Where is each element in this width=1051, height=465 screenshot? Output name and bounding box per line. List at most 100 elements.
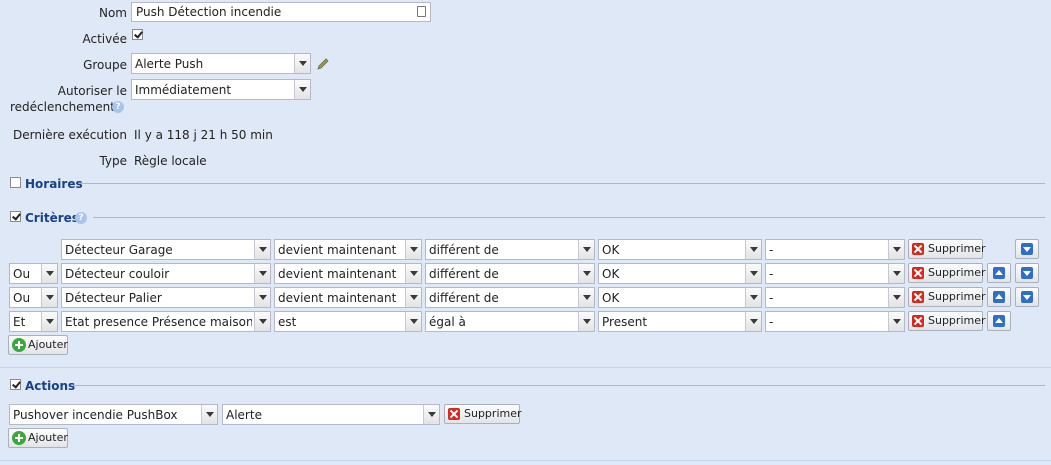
criteria-extra-select[interactable]: -	[765, 311, 905, 332]
criteria-compare-select[interactable]: différent de	[425, 287, 595, 308]
delete-icon	[912, 243, 924, 255]
help-icon[interactable]: ?	[112, 101, 124, 113]
criteria-verb-select[interactable]: est	[274, 311, 422, 332]
autoriser-select[interactable]: Immédiatement	[131, 79, 311, 100]
chevron-down-icon[interactable]	[578, 288, 594, 307]
move-up-button[interactable]	[987, 263, 1011, 283]
criteria-value-select[interactable]: OK	[598, 239, 762, 260]
criteria-device-select[interactable]: Etat presence Présence maison	[61, 311, 271, 332]
criteria-operator-select[interactable]: Ou	[9, 287, 58, 308]
criteria-device-select[interactable]: Détecteur Palier	[61, 287, 271, 308]
chevron-down-icon[interactable]	[888, 288, 904, 307]
horaires-checkbox[interactable]	[10, 177, 21, 188]
delete-criteria-button[interactable]: Supprimer	[908, 263, 986, 283]
arrow-up-icon	[993, 291, 1005, 303]
criteria-device-select[interactable]: Détecteur couloir	[61, 263, 271, 284]
add-criteria-button[interactable]: Ajouter	[8, 335, 68, 355]
chevron-down-icon[interactable]	[578, 312, 594, 331]
move-up-button[interactable]	[987, 287, 1011, 307]
arrow-up-icon	[993, 315, 1005, 327]
criteria-verb-select[interactable]: devient maintenant	[274, 239, 422, 260]
chevron-down-icon[interactable]	[41, 264, 57, 283]
chevron-down-icon[interactable]	[745, 264, 761, 283]
delete-criteria-button[interactable]: Supprimer	[908, 239, 986, 259]
criteria-value-select[interactable]: Present	[598, 311, 762, 332]
contact-card-icon	[417, 6, 426, 17]
chevron-down-icon[interactable]	[41, 288, 57, 307]
arrow-down-icon	[1021, 243, 1033, 255]
autoriser-select-value: Immédiatement	[135, 83, 232, 97]
chevron-down-icon[interactable]	[745, 312, 761, 331]
pencil-icon[interactable]	[316, 57, 330, 71]
chevron-down-icon[interactable]	[888, 312, 904, 331]
chevron-down-icon[interactable]	[294, 80, 310, 99]
move-up-button[interactable]	[987, 311, 1011, 331]
criteria-extra-select[interactable]: -	[765, 239, 905, 260]
chevron-down-icon[interactable]	[201, 405, 217, 424]
activee-checkbox[interactable]	[132, 29, 143, 40]
criteria-value-select[interactable]: OK	[598, 287, 762, 308]
nom-input[interactable]: Push Détection incendie	[131, 2, 431, 22]
type-value: Règle locale	[134, 154, 207, 168]
chevron-down-icon[interactable]	[745, 288, 761, 307]
groupe-select[interactable]: Alerte Push	[131, 53, 311, 74]
chevron-down-icon[interactable]	[405, 312, 421, 331]
nom-label: Nom	[98, 6, 127, 20]
chevron-down-icon[interactable]	[745, 240, 761, 259]
actions-checkbox[interactable]	[10, 379, 21, 390]
delete-criteria-button[interactable]: Supprimer	[908, 287, 986, 307]
chevron-down-icon[interactable]	[888, 240, 904, 259]
groupe-label: Groupe	[83, 58, 127, 72]
move-down-button[interactable]	[1015, 287, 1039, 307]
chevron-down-icon[interactable]	[405, 288, 421, 307]
section-divider	[93, 217, 1045, 218]
delete-icon	[448, 408, 460, 420]
criteria-compare-select[interactable]: différent de	[425, 263, 595, 284]
chevron-down-icon[interactable]	[41, 312, 57, 331]
activee-label: Activée	[82, 32, 127, 46]
chevron-down-icon[interactable]	[888, 264, 904, 283]
help-icon[interactable]: ?	[75, 212, 87, 224]
criteria-extra-select[interactable]: -	[765, 287, 905, 308]
chevron-down-icon[interactable]	[405, 240, 421, 259]
criteria-verb-select[interactable]: devient maintenant	[274, 263, 422, 284]
criteria-verb-select[interactable]: devient maintenant	[274, 287, 422, 308]
chevron-down-icon[interactable]	[405, 264, 421, 283]
actions-section-title: Actions	[25, 379, 76, 393]
arrow-down-icon	[1021, 291, 1033, 303]
nom-input-value: Push Détection incendie	[136, 5, 282, 19]
chevron-down-icon[interactable]	[254, 264, 270, 283]
autoriser-label-line2: redéclenchement	[10, 100, 115, 114]
chevron-down-icon[interactable]	[423, 405, 439, 424]
chevron-down-icon[interactable]	[578, 264, 594, 283]
criteria-operator-select[interactable]: Et	[9, 311, 58, 332]
criteria-operator-select[interactable]: Ou	[9, 263, 58, 284]
delete-icon	[912, 315, 924, 327]
chevron-down-icon[interactable]	[254, 240, 270, 259]
criteria-compare-select[interactable]: égal à	[425, 311, 595, 332]
delete-action-button[interactable]: Supprimer	[444, 404, 522, 424]
criteria-compare-select[interactable]: différent de	[425, 239, 595, 260]
chevron-down-icon[interactable]	[254, 288, 270, 307]
chevron-down-icon[interactable]	[254, 312, 270, 331]
action-target-select[interactable]: Pushover incendie PushBox	[9, 404, 218, 425]
add-action-button[interactable]: Ajouter	[8, 428, 68, 448]
action-message-select[interactable]: Alerte	[222, 404, 440, 425]
autoriser-label-line1: Autoriser le	[57, 84, 127, 98]
section-divider	[0, 460, 1051, 461]
criteria-device-select[interactable]: Détecteur Garage	[61, 239, 271, 260]
move-down-button[interactable]	[1015, 239, 1039, 259]
chevron-down-icon[interactable]	[578, 240, 594, 259]
add-icon	[12, 338, 26, 352]
criteria-extra-select[interactable]: -	[765, 263, 905, 284]
delete-criteria-button[interactable]: Supprimer	[908, 311, 986, 331]
delete-icon	[912, 267, 924, 279]
horaires-section-title: Horaires	[25, 177, 83, 191]
move-down-button[interactable]	[1015, 263, 1039, 283]
section-divider	[79, 183, 1045, 184]
criteres-checkbox[interactable]	[10, 211, 21, 222]
derniere-execution-label: Dernière exécution	[12, 128, 127, 142]
criteria-value-select[interactable]: OK	[598, 263, 762, 284]
section-divider	[0, 367, 1051, 368]
chevron-down-icon[interactable]	[294, 54, 310, 73]
